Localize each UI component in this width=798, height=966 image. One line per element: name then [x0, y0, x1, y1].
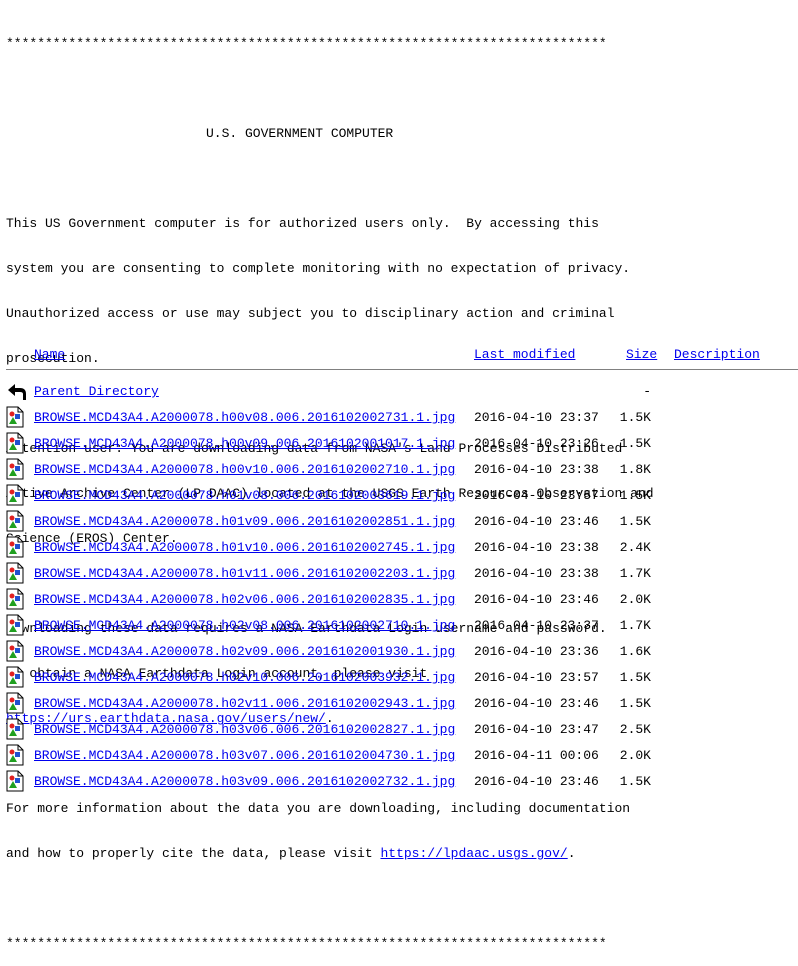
- table-row: BROWSE.MCD43A4.A2000078.h00v09.006.20161…: [0, 432, 798, 458]
- file-size: 2.0K: [619, 592, 651, 607]
- last-modified: 2016-04-10 23:37: [474, 410, 599, 425]
- file-link[interactable]: BROWSE.MCD43A4.A2000078.h02v10.006.20161…: [34, 670, 455, 686]
- last-modified: 2016-04-10 23:26: [474, 436, 599, 451]
- file-size: -: [643, 384, 651, 399]
- image-file-icon[interactable]: [6, 666, 24, 688]
- image-file-icon[interactable]: [6, 562, 24, 584]
- file-link[interactable]: BROWSE.MCD43A4.A2000078.h03v09.006.20161…: [34, 774, 455, 790]
- file-link[interactable]: BROWSE.MCD43A4.A2000078.h02v06.006.20161…: [34, 592, 455, 608]
- banner-text-line: system you are consenting to complete mo…: [6, 261, 631, 276]
- file-size: 1.5K: [619, 774, 651, 789]
- file-link[interactable]: BROWSE.MCD43A4.A2000078.h01v11.006.20161…: [34, 566, 455, 582]
- header-divider: [6, 369, 798, 370]
- file-size: 1.8K: [619, 462, 651, 477]
- table-row: BROWSE.MCD43A4.A2000078.h03v07.006.20161…: [0, 744, 798, 770]
- image-file-icon[interactable]: [6, 484, 24, 506]
- file-link[interactable]: BROWSE.MCD43A4.A2000078.h01v08.006.20161…: [34, 488, 455, 504]
- file-size: 1.5K: [619, 436, 651, 451]
- file-size: 2.0K: [619, 748, 651, 763]
- banner-text-line: For more information about the data you …: [6, 801, 631, 816]
- last-modified: 2016-04-10 23:36: [474, 644, 599, 659]
- banner-title: U.S. GOVERNMENT COMPUTER: [206, 126, 394, 141]
- file-link[interactable]: BROWSE.MCD43A4.A2000078.h02v09.006.20161…: [34, 644, 455, 660]
- table-row: BROWSE.MCD43A4.A2000078.h03v09.006.20161…: [0, 770, 798, 796]
- last-modified: 2016-04-10 23:37: [474, 618, 599, 633]
- last-modified: 2016-04-10 23:46: [474, 592, 599, 607]
- file-size: 1.6K: [619, 644, 651, 659]
- table-row: BROWSE.MCD43A4.A2000078.h01v10.006.20161…: [0, 536, 798, 562]
- image-file-icon[interactable]: [6, 718, 24, 740]
- sort-by-size-link[interactable]: Size: [626, 347, 657, 363]
- table-row: BROWSE.MCD43A4.A2000078.h01v09.006.20161…: [0, 510, 798, 536]
- table-row: BROWSE.MCD43A4.A2000078.h01v08.006.20161…: [0, 484, 798, 510]
- sort-by-name-link[interactable]: Name: [34, 347, 65, 363]
- listing-header: Name Last modified Size Description: [0, 347, 798, 363]
- table-row: BROWSE.MCD43A4.A2000078.h03v06.006.20161…: [0, 718, 798, 744]
- file-link[interactable]: BROWSE.MCD43A4.A2000078.h01v09.006.20161…: [34, 514, 455, 530]
- parent-directory-row: Parent Directory -: [0, 380, 798, 406]
- file-size: 1.7K: [619, 618, 651, 633]
- banner-text-prefix: and how to properly cite the data, pleas…: [6, 846, 381, 861]
- table-row: BROWSE.MCD43A4.A2000078.h02v06.006.20161…: [0, 588, 798, 614]
- file-size: 2.4K: [619, 540, 651, 555]
- file-link[interactable]: BROWSE.MCD43A4.A2000078.h00v08.006.20161…: [34, 410, 455, 426]
- last-modified: 2016-04-10 23:38: [474, 540, 599, 555]
- banner-text-line: Unauthorized access or use may subject y…: [6, 306, 615, 321]
- table-row: BROWSE.MCD43A4.A2000078.h02v09.006.20161…: [0, 640, 798, 666]
- image-file-icon[interactable]: [6, 432, 24, 454]
- last-modified: 2016-04-10 23:46: [474, 774, 599, 789]
- stars-top: ****************************************…: [6, 36, 607, 51]
- image-file-icon[interactable]: [6, 614, 24, 636]
- last-modified: 2016-04-10 23:47: [474, 722, 599, 737]
- file-link[interactable]: BROWSE.MCD43A4.A2000078.h00v10.006.20161…: [34, 462, 455, 478]
- file-size: 1.5K: [619, 488, 651, 503]
- image-file-icon[interactable]: [6, 406, 24, 428]
- period: .: [567, 846, 576, 861]
- last-modified: 2016-04-10 23:38: [474, 566, 599, 581]
- stars-bottom: ****************************************…: [6, 936, 607, 951]
- last-modified: 2016-04-10 23:46: [474, 514, 599, 529]
- file-link[interactable]: BROWSE.MCD43A4.A2000078.h01v10.006.20161…: [34, 540, 455, 556]
- lpdaac-link-line: and how to properly cite the data, pleas…: [6, 846, 654, 861]
- image-file-icon[interactable]: [6, 510, 24, 532]
- last-modified: 2016-04-10 23:57: [474, 488, 599, 503]
- table-row: BROWSE.MCD43A4.A2000078.h02v08.006.20161…: [0, 614, 798, 640]
- file-size: 1.5K: [619, 670, 651, 685]
- last-modified: 2016-04-11 00:06: [474, 748, 599, 763]
- image-file-icon[interactable]: [6, 692, 24, 714]
- table-row: BROWSE.MCD43A4.A2000078.h01v11.006.20161…: [0, 562, 798, 588]
- parent-directory-link[interactable]: Parent Directory: [34, 384, 159, 400]
- image-file-icon[interactable]: [6, 640, 24, 662]
- sort-by-description-link[interactable]: Description: [674, 347, 760, 363]
- image-file-icon[interactable]: [6, 744, 24, 766]
- file-size: 2.5K: [619, 722, 651, 737]
- file-size: 1.7K: [619, 566, 651, 581]
- lpdaac-link[interactable]: https://lpdaac.usgs.gov/: [380, 846, 567, 861]
- table-row: BROWSE.MCD43A4.A2000078.h02v11.006.20161…: [0, 692, 798, 718]
- file-link[interactable]: BROWSE.MCD43A4.A2000078.h03v06.006.20161…: [34, 722, 455, 738]
- file-size: 1.5K: [619, 696, 651, 711]
- banner-text-line: This US Government computer is for autho…: [6, 216, 599, 231]
- table-row: BROWSE.MCD43A4.A2000078.h00v10.006.20161…: [0, 458, 798, 484]
- image-file-icon[interactable]: [6, 588, 24, 610]
- file-link[interactable]: BROWSE.MCD43A4.A2000078.h03v07.006.20161…: [34, 748, 455, 764]
- file-size: 1.5K: [619, 514, 651, 529]
- image-file-icon[interactable]: [6, 458, 24, 480]
- file-link[interactable]: BROWSE.MCD43A4.A2000078.h02v08.006.20161…: [34, 618, 455, 634]
- file-link[interactable]: BROWSE.MCD43A4.A2000078.h00v09.006.20161…: [34, 436, 455, 452]
- image-file-icon[interactable]: [6, 770, 24, 792]
- table-row: BROWSE.MCD43A4.A2000078.h00v08.006.20161…: [0, 406, 798, 432]
- table-row: BROWSE.MCD43A4.A2000078.h02v10.006.20161…: [0, 666, 798, 692]
- sort-by-last-modified-link[interactable]: Last modified: [474, 347, 575, 363]
- last-modified: 2016-04-10 23:38: [474, 462, 599, 477]
- file-size: 1.5K: [619, 410, 651, 425]
- back-arrow-icon[interactable]: [6, 380, 26, 402]
- image-file-icon[interactable]: [6, 536, 24, 558]
- last-modified: 2016-04-10 23:46: [474, 696, 599, 711]
- file-link[interactable]: BROWSE.MCD43A4.A2000078.h02v11.006.20161…: [34, 696, 455, 712]
- last-modified: 2016-04-10 23:57: [474, 670, 599, 685]
